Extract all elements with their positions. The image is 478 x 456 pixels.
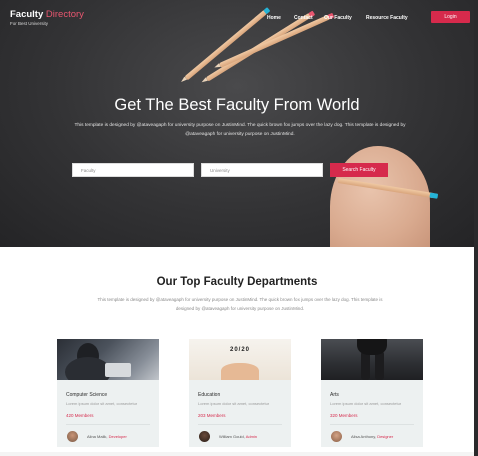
- card-author: Alina Malik, Developer: [87, 434, 127, 439]
- laptop-icon: [105, 363, 131, 377]
- faculty-search-input[interactable]: Faculty: [72, 163, 194, 177]
- departments-description: This template is designed by @ataveagaph…: [97, 297, 383, 311]
- window-edge: [474, 0, 478, 456]
- hero-section: Faculty Directory For Best University Ho…: [0, 0, 474, 247]
- department-card-education[interactable]: 20/20 Education Lorem ipsum dolor sit am…: [189, 339, 291, 447]
- department-card-arts[interactable]: Arts Lorem ipsum dolor sit amet, consect…: [321, 339, 423, 447]
- card-divider: [198, 424, 282, 425]
- card-divider: [330, 424, 414, 425]
- card-members[interactable]: 203 Members: [198, 413, 226, 418]
- author-name: Alina Malik,: [87, 434, 108, 439]
- author-name: Alisa Anthony,: [351, 434, 377, 439]
- card-description: Lorem ipsum dolor sit amet, consectetur: [66, 401, 138, 406]
- image-caption: 20/20: [229, 347, 250, 353]
- avatar: [331, 431, 342, 442]
- hands-figure: [221, 363, 259, 380]
- author-name: William Gould,: [219, 434, 245, 439]
- nav-link-our-faculty[interactable]: Our Faculty: [324, 15, 352, 21]
- card-image: [57, 339, 159, 380]
- page-bottom-edge: [0, 452, 474, 456]
- card-members[interactable]: 420 Members: [66, 413, 94, 418]
- author-role-link[interactable]: Admin: [246, 434, 257, 439]
- search-faculty-button[interactable]: Search Faculty: [330, 163, 388, 177]
- university-search-input[interactable]: University: [201, 163, 323, 177]
- nav-link-resource-faculty[interactable]: Resource Faculty: [366, 15, 408, 21]
- card-author: Alisa Anthony, Designer: [351, 434, 393, 439]
- hand-illustration: [330, 146, 430, 247]
- hero-description: This template is designed by @ataveagaph…: [74, 123, 406, 137]
- departments-title: Our Top Faculty Departments: [156, 276, 318, 288]
- card-author: William Gould, Admin: [219, 434, 257, 439]
- card-divider: [66, 424, 150, 425]
- card-image: [321, 339, 423, 380]
- nav-link-home[interactable]: Home: [267, 15, 281, 21]
- nav-link-contact[interactable]: Contact: [294, 15, 313, 21]
- avatar: [67, 431, 78, 442]
- card-members[interactable]: 320 Members: [330, 413, 358, 418]
- department-card-computer-science[interactable]: Computer Science Lorem ipsum dolor sit a…: [57, 339, 159, 447]
- card-category: Education: [198, 392, 221, 398]
- card-description: Lorem ipsum dolor sit amet, consectetur: [198, 401, 270, 406]
- author-role-link[interactable]: Developer: [109, 434, 127, 439]
- author-role-link[interactable]: Designer: [377, 434, 393, 439]
- card-category: Arts: [330, 392, 339, 398]
- card-category: Computer Science: [66, 392, 108, 398]
- avatar: [199, 431, 210, 442]
- person-figure: [357, 339, 387, 355]
- person-figure: [361, 351, 370, 380]
- login-button[interactable]: Login: [431, 11, 470, 23]
- person-figure: [375, 351, 384, 380]
- card-image: 20/20: [189, 339, 291, 380]
- main-nav: Home Contact Our Faculty Resource Facult…: [0, 15, 474, 23]
- card-description: Lorem ipsum dolor sit amet, consectetur: [330, 401, 402, 406]
- hero-title: Get The Best Faculty From World: [114, 96, 360, 114]
